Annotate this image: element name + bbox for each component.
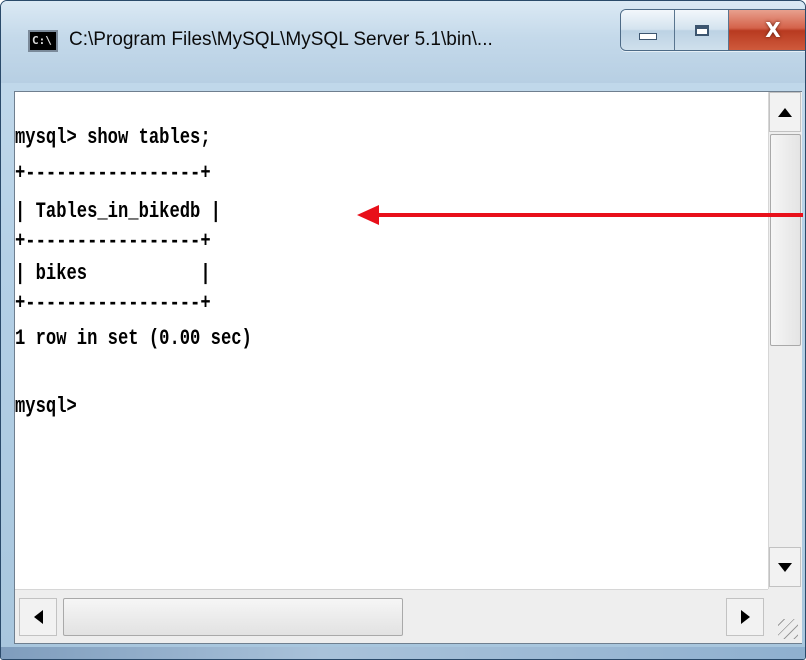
console-window: C:\ C:\Program Files\MySQL\MySQL Server … (0, 0, 806, 660)
grip-icon (778, 619, 798, 639)
maximize-icon (694, 24, 709, 36)
window-bottom-frame (1, 647, 805, 659)
title-bar[interactable]: C:\ C:\Program Files\MySQL\MySQL Server … (1, 1, 805, 83)
annotation-arrow-icon (357, 205, 379, 225)
table-header-row: | Tables_in_bikedb | (15, 199, 221, 224)
table-row: | bikes | (15, 261, 211, 286)
maximize-button[interactable] (675, 10, 729, 50)
window-title: C:\Program Files\MySQL\MySQL Server 5.1\… (69, 29, 493, 50)
scroll-right-button[interactable] (726, 598, 764, 636)
arrow-down-icon (778, 562, 792, 572)
horizontal-scroll-thumb[interactable] (63, 598, 403, 636)
horizontal-scrollbar[interactable] (15, 589, 768, 643)
command-line: mysql> show tables; (15, 125, 211, 150)
table-border-top: +-----------------+ (15, 161, 211, 186)
scroll-left-button[interactable] (19, 598, 57, 636)
table-border-mid: +-----------------+ (15, 229, 211, 254)
vertical-scrollbar[interactable] (768, 92, 802, 589)
arrow-up-icon (778, 107, 792, 117)
arrow-right-icon (740, 610, 750, 624)
console-area[interactable]: mysql> show tables; +-----------------+ … (14, 91, 803, 644)
window-controls: X (620, 9, 805, 51)
vertical-scroll-thumb[interactable] (770, 134, 801, 346)
minimize-button[interactable] (621, 10, 675, 50)
annotation-arrow-shaft (373, 213, 803, 217)
prompt-line: mysql> (15, 394, 77, 419)
arrow-left-icon (33, 610, 43, 624)
resize-grip[interactable] (768, 589, 802, 643)
console-text[interactable]: mysql> show tables; +-----------------+ … (15, 92, 603, 589)
result-summary: 1 row in set (0.00 sec) (15, 326, 252, 351)
close-icon: X (765, 18, 781, 42)
cmd-icon[interactable]: C:\ (28, 30, 58, 52)
table-border-bottom: +-----------------+ (15, 291, 211, 316)
scroll-down-button[interactable] (769, 547, 801, 587)
minimize-icon (638, 32, 657, 40)
close-button[interactable]: X (729, 10, 805, 50)
scroll-up-button[interactable] (769, 92, 801, 132)
